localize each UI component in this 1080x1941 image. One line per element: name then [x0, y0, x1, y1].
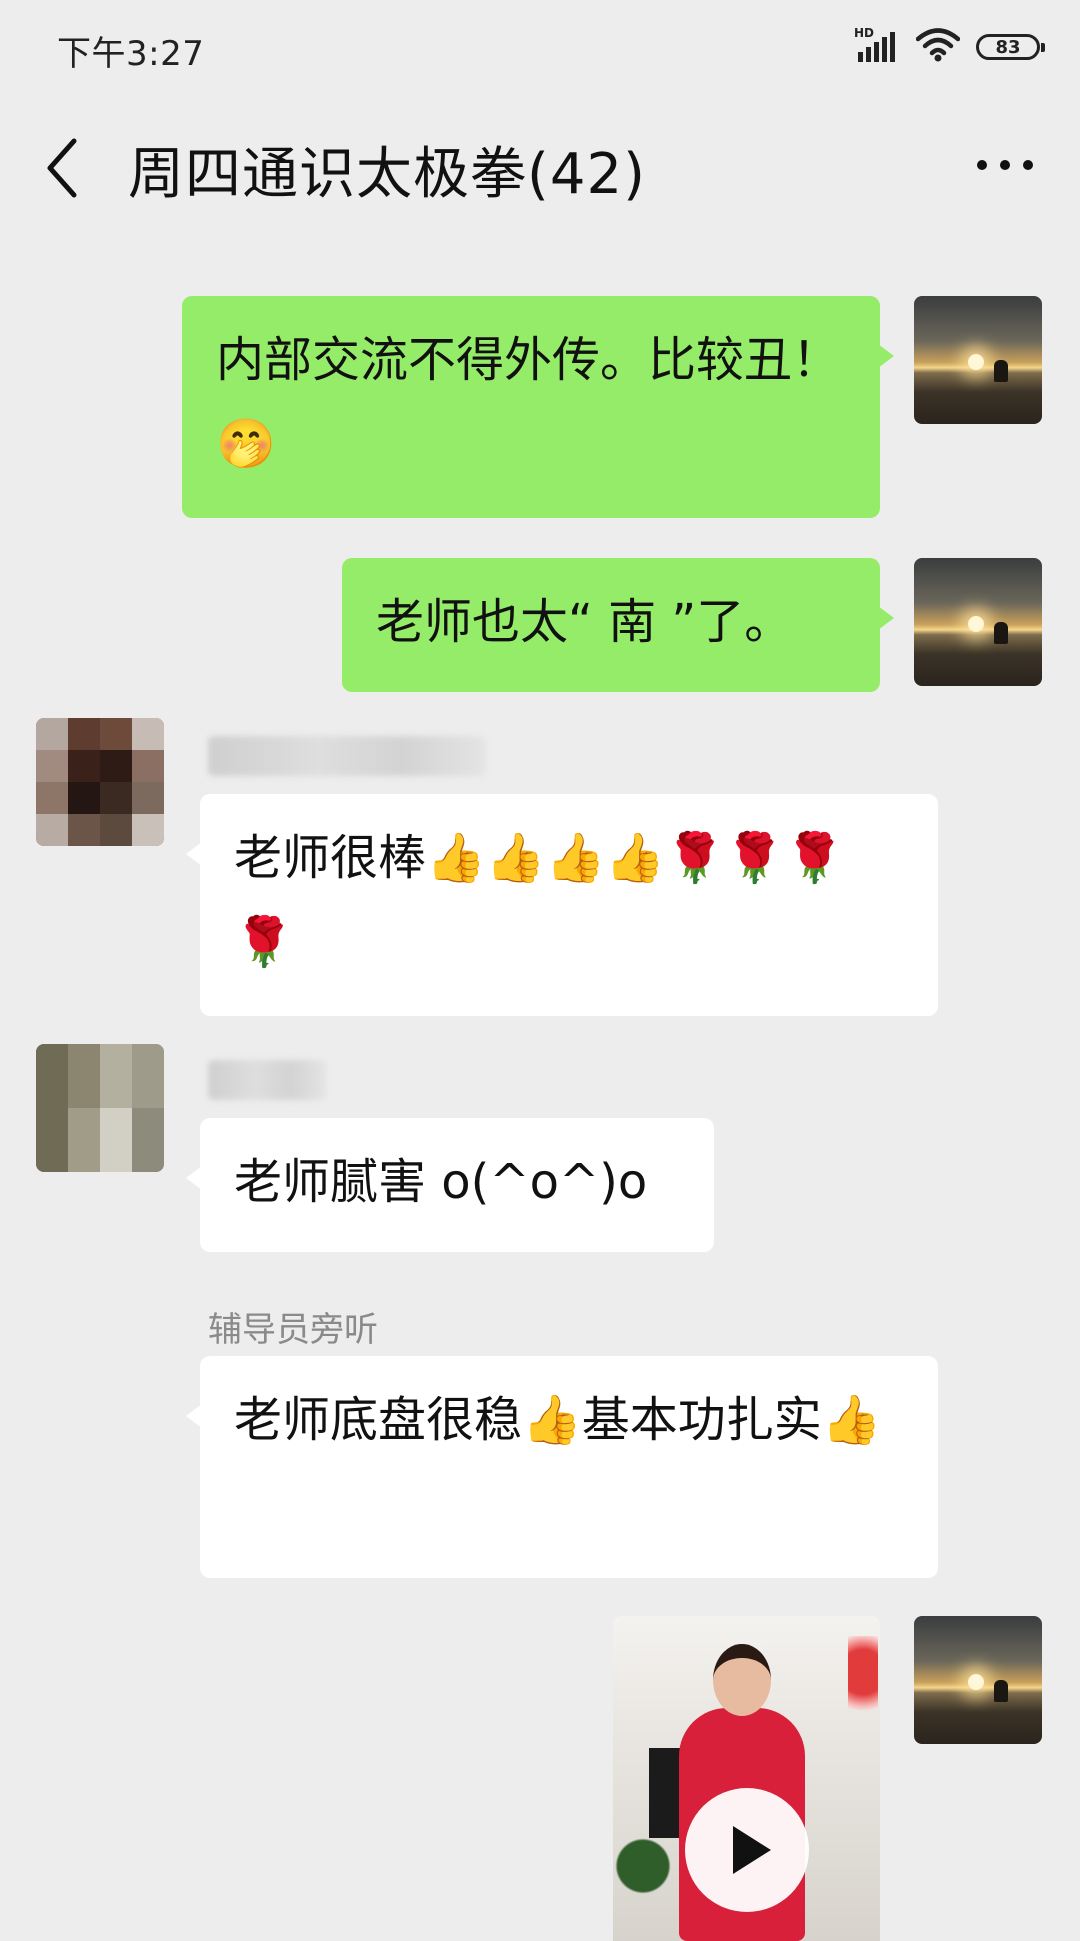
avatar-self[interactable]	[914, 296, 1042, 424]
chat-header: 周四通识太极拳(42)	[0, 95, 1080, 240]
avatar-self[interactable]	[914, 558, 1042, 686]
network-type-label: HD	[854, 26, 875, 40]
silhouette-graphic	[994, 1680, 1008, 1702]
sender-name-redacted	[208, 736, 486, 776]
sender-name: 辅导员旁听	[208, 1310, 378, 1350]
avatar-member[interactable]	[36, 1044, 164, 1172]
silhouette-graphic	[994, 360, 1008, 382]
message-bubble-incoming[interactable]: 老师底盘很稳👍基本功扎实👍	[186, 1356, 938, 1578]
message-bubble-incoming[interactable]: 老师腻害 o(^o^)o	[186, 1118, 714, 1252]
message-text: 老师也太“ 南 ”了。	[376, 594, 793, 650]
message-bubble-outgoing[interactable]: 内部交流不得外传。比较丑！🤭	[182, 296, 894, 518]
status-icons: HD 83	[854, 22, 1045, 72]
silhouette-graphic	[994, 622, 1008, 644]
chat-title: 周四通识太极拳(42)	[128, 142, 646, 207]
sunset-sun-graphic	[968, 616, 984, 632]
message-bubble-incoming[interactable]: 老师很棒👍👍👍👍🌹🌹🌹🌹	[186, 794, 938, 1016]
battery-icon: 83	[976, 34, 1045, 60]
status-bar: 下午3:27 HD 83	[0, 0, 1080, 95]
message-text: 老师底盘很稳👍基本功扎实👍	[234, 1392, 882, 1448]
video-message-thumbnail[interactable]	[613, 1616, 880, 1941]
play-icon[interactable]	[685, 1788, 809, 1912]
message-text: 内部交流不得外传。比较丑！🤭	[216, 332, 841, 472]
wall-decoration-graphic	[848, 1636, 878, 1726]
status-time: 下午3:27	[57, 34, 205, 74]
sunset-sun-graphic	[968, 1674, 984, 1690]
more-dots-icon[interactable]	[970, 140, 1040, 190]
back-arrow-icon[interactable]	[40, 133, 84, 203]
wifi-icon	[915, 28, 961, 66]
sender-name-redacted	[208, 1060, 326, 1100]
message-text: 老师腻害 o(^o^)o	[234, 1154, 648, 1210]
plant-graphic	[613, 1831, 673, 1901]
message-bubble-outgoing[interactable]: 老师也太“ 南 ”了。	[342, 558, 894, 692]
signal-icon: HD	[854, 26, 900, 64]
sunset-sun-graphic	[968, 354, 984, 370]
person-head-graphic	[713, 1644, 771, 1716]
message-text: 老师很棒👍👍👍👍🌹🌹🌹🌹	[234, 830, 845, 970]
battery-level: 83	[995, 36, 1021, 58]
avatar-member[interactable]	[36, 718, 164, 846]
avatar-self[interactable]	[914, 1616, 1042, 1744]
